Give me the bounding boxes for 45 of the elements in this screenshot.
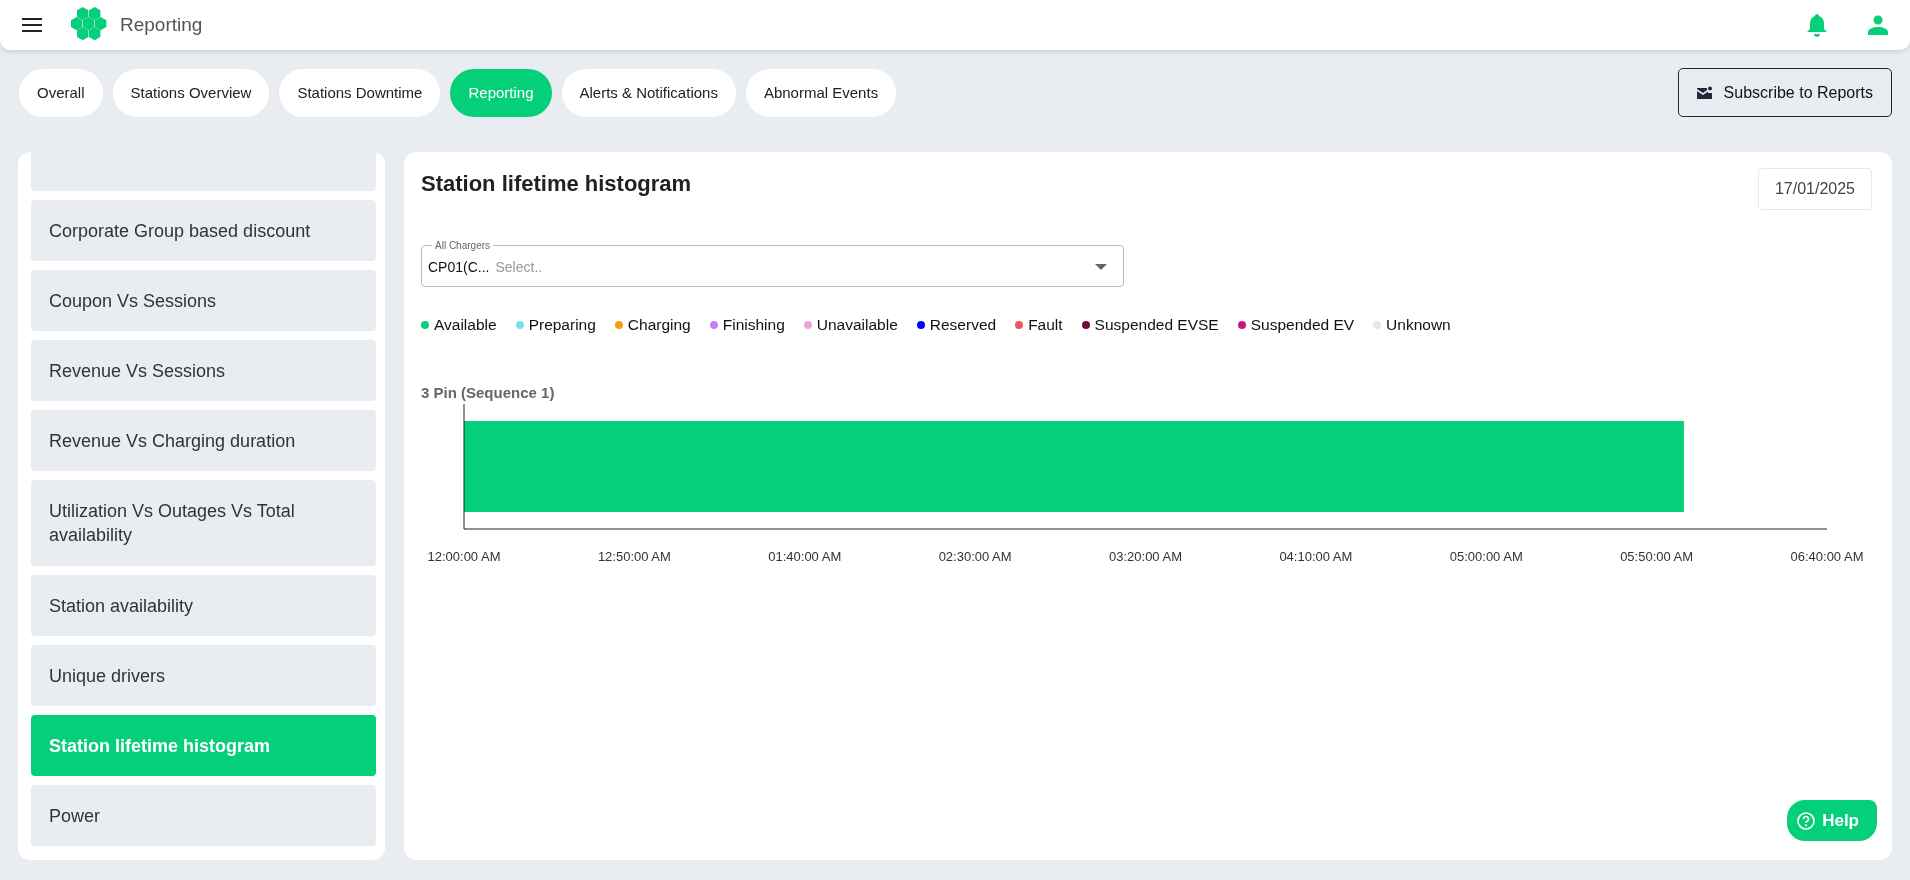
user-icon[interactable] — [1868, 15, 1888, 35]
nav-tab[interactable]: Stations Overview — [112, 68, 270, 117]
legend-label: Unavailable — [816, 316, 898, 334]
nav-tab[interactable]: Overall — [19, 68, 103, 117]
mail-icon — [1696, 86, 1712, 99]
subscribe-button[interactable]: Subscribe to Reports — [1677, 68, 1892, 117]
panel-title: Station lifetime histogram — [421, 171, 692, 197]
chart-title: 3 Pin (Sequence 1) — [421, 384, 556, 401]
legend-label: Reserved — [929, 316, 997, 334]
axis-tick-label: 12:00:00 AM — [427, 549, 501, 564]
nav-tab[interactable]: Abnormal Events — [745, 68, 897, 117]
legend-label: Finishing — [722, 316, 785, 334]
legend-label: Unknown — [1386, 316, 1451, 334]
axis-tick-label: 12:50:00 AM — [597, 549, 671, 564]
axis-tick-label: 05:50:00 AM — [1620, 549, 1694, 564]
date-field[interactable]: 17/01/2025 — [1757, 168, 1872, 210]
sidebar-item[interactable]: Station availability — [31, 575, 376, 636]
menu-icon[interactable] — [22, 17, 42, 33]
sidebar-item[interactable]: Unique drivers — [31, 645, 376, 706]
sidebar-item[interactable]: Revenue Vs Sessions — [31, 340, 376, 401]
sidebar-item[interactable]: Utilization Vs Outages Vs Total availability — [31, 480, 376, 566]
nav-tab[interactable]: Alerts & Notifications — [561, 68, 736, 117]
sidebar-item[interactable]: Revenue Vs Charging duration — [31, 410, 376, 471]
sidebar-item[interactable]: Power — [31, 785, 376, 846]
legend-label: Preparing — [528, 316, 596, 334]
bell-icon[interactable] — [1806, 13, 1828, 37]
nav-tab[interactable]: Stations Downtime — [279, 68, 441, 117]
legend-label: Fault — [1028, 316, 1063, 334]
axis-tick-label: 01:40:00 AM — [768, 549, 842, 564]
legend-label: Suspended EVSE — [1094, 316, 1219, 334]
logo-icon — [70, 7, 108, 43]
sidebar-item[interactable]: Corporate Group based discount — [31, 200, 376, 261]
legend-label: Available — [434, 316, 497, 334]
axis-tick-label: 06:40:00 AM — [1790, 549, 1864, 564]
axis-tick-label: 04:10:00 AM — [1279, 549, 1353, 564]
legend-label: Suspended EV — [1250, 316, 1355, 334]
legend-label: Charging — [627, 316, 691, 334]
axis-tick-label: 02:30:00 AM — [938, 549, 1012, 564]
caret-icon — [1095, 263, 1107, 270]
help-icon — [1797, 811, 1816, 830]
charger-select[interactable]: All Chargers CP01(C... Select.. — [421, 240, 1124, 287]
axis-tick-label: 03:20:00 AM — [1109, 549, 1182, 564]
page-title: Reporting — [120, 14, 203, 36]
axis-tick-label: 05:00:00 AM — [1449, 549, 1523, 564]
sidebar-item[interactable]: Coupon Vs Sessions — [31, 270, 376, 331]
